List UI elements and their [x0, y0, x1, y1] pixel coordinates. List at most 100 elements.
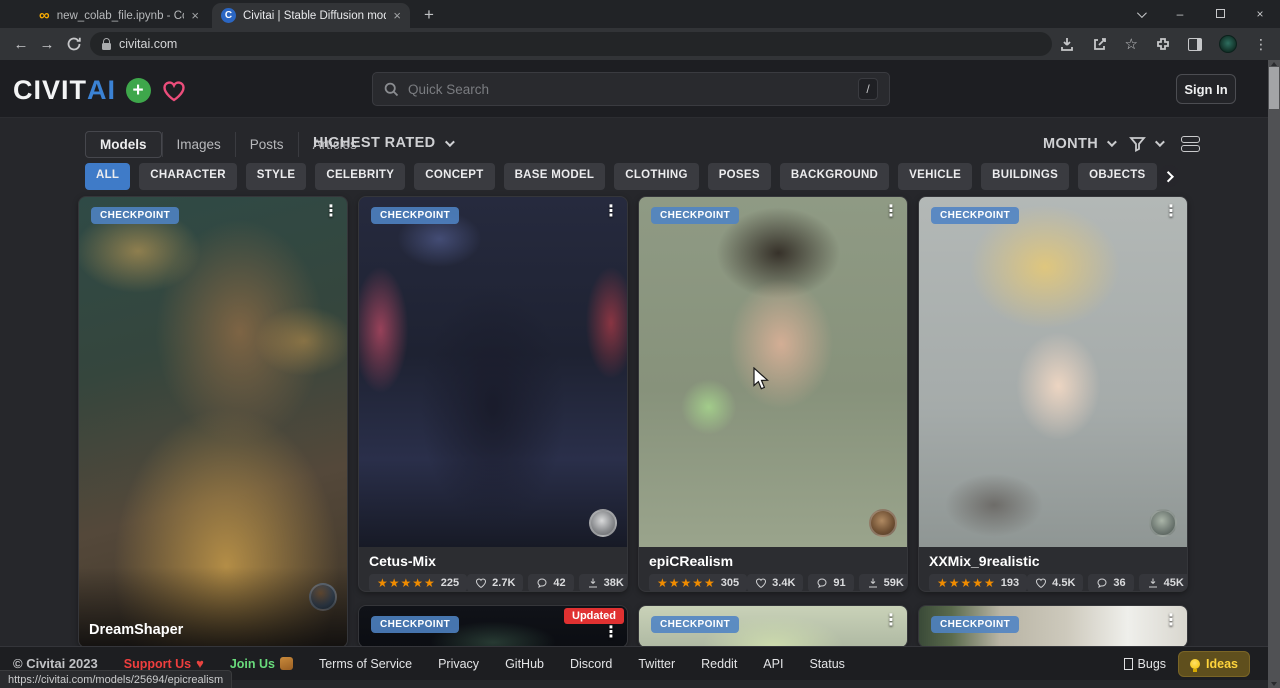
heart-icon[interactable] [162, 80, 186, 102]
creator-avatar[interactable] [1149, 509, 1177, 537]
chip-objects[interactable]: OBJECTS [1078, 163, 1156, 190]
model-cards-grid: CHECKPOINT ⋮ DreamShaper CHECKPOINT ⋮ Ce… [78, 196, 1188, 648]
downloads-count: 38K [604, 577, 624, 589]
terms-link[interactable]: Terms of Service [319, 657, 412, 671]
heart-icon [1035, 577, 1047, 589]
tab-title: new_colab_file.ipynb - Colaborat [57, 10, 185, 22]
card-menu-icon[interactable]: ⋮ [323, 203, 339, 221]
discord-link[interactable]: Discord [570, 657, 612, 671]
support-us-link[interactable]: Support Us ♥ [124, 656, 204, 671]
chips-scroll-right-button[interactable] [1158, 165, 1180, 187]
heart-icon [475, 577, 487, 589]
chip-style[interactable]: STYLE [246, 163, 307, 190]
filter-funnel-icon[interactable] [1129, 135, 1146, 152]
chevron-down-icon[interactable] [1155, 137, 1165, 147]
model-image[interactable]: CHECKPOINT ⋮ DreamShaper [79, 197, 347, 647]
maximize-button[interactable] [1200, 7, 1240, 21]
chevron-down-icon[interactable] [1120, 7, 1160, 21]
model-card-xxmix-9realistic[interactable]: CHECKPOINT ⋮ XXMix_9realistic ★★★★★ 193 … [918, 196, 1188, 592]
comments-pill: 91 [808, 574, 853, 592]
close-tab-icon[interactable]: × [191, 9, 199, 22]
tab-images[interactable]: Images [162, 132, 235, 157]
twitter-link[interactable]: Twitter [638, 657, 675, 671]
minimize-button[interactable]: – [1160, 7, 1200, 21]
browser-menu-icon[interactable]: ⋮ [1254, 36, 1268, 53]
scrollbar-thumb[interactable] [1269, 67, 1279, 109]
chevron-down-icon[interactable] [1107, 137, 1117, 147]
card-menu-icon[interactable]: ⋮ [883, 612, 899, 630]
back-button[interactable]: ← [8, 36, 34, 53]
browser-tab-colab[interactable]: ∞ new_colab_file.ipynb - Colaborat × [30, 3, 208, 28]
rating-count: 305 [721, 577, 739, 589]
status-link[interactable]: Status [809, 657, 844, 671]
create-plus-button[interactable]: + [126, 78, 151, 103]
download-icon[interactable] [1059, 36, 1075, 52]
card-menu-icon[interactable]: ⋮ [1163, 612, 1179, 630]
scroll-down-arrow[interactable] [1271, 682, 1277, 686]
civitai-logo[interactable]: CIVITAI + [13, 75, 186, 106]
model-card-partial-1[interactable]: CHECKPOINT Updated ⋮ [358, 605, 628, 648]
creator-avatar[interactable] [589, 509, 617, 537]
sign-in-button[interactable]: Sign In [1176, 74, 1236, 104]
browser-tab-civitai[interactable]: C Civitai | Stable Diffusion models, × [212, 3, 410, 28]
civitai-favicon: C [221, 8, 236, 23]
chip-character[interactable]: CHARACTER [139, 163, 237, 190]
ideas-button[interactable]: Ideas [1178, 651, 1250, 677]
browser-titlebar: ∞ new_colab_file.ipynb - Colaborat × C C… [0, 0, 1280, 28]
chip-celebrity[interactable]: CELEBRITY [315, 163, 405, 190]
privacy-link[interactable]: Privacy [438, 657, 479, 671]
join-us-link[interactable]: Join Us [230, 657, 293, 671]
card-footer: Cetus-Mix ★★★★★ 225 2.7K 42 [359, 547, 627, 592]
card-menu-icon[interactable]: ⋮ [883, 203, 899, 221]
model-card-partial-2[interactable]: CHECKPOINT ⋮ [638, 605, 908, 648]
scroll-up-arrow[interactable] [1271, 62, 1277, 66]
close-tab-icon[interactable]: × [393, 9, 401, 22]
quick-search-input[interactable]: Quick Search / [372, 72, 890, 106]
api-link[interactable]: API [763, 657, 783, 671]
model-image[interactable]: CHECKPOINT Updated ⋮ [359, 606, 627, 648]
url-text: civitai.com [119, 37, 177, 51]
url-bar[interactable]: civitai.com [90, 32, 1052, 56]
chip-buildings[interactable]: BUILDINGS [981, 163, 1069, 190]
chip-clothing[interactable]: CLOTHING [614, 163, 698, 190]
chip-vehicle[interactable]: VEHICLE [898, 163, 972, 190]
new-tab-button[interactable]: + [424, 5, 434, 25]
layout-toggle-icon[interactable] [1181, 136, 1200, 152]
tab-models[interactable]: Models [85, 131, 162, 158]
card-menu-icon[interactable]: ⋮ [603, 624, 619, 642]
github-link[interactable]: GitHub [505, 657, 544, 671]
bugs-link[interactable]: Bugs [1124, 657, 1167, 671]
model-card-cetus-mix[interactable]: CHECKPOINT ⋮ Cetus-Mix ★★★★★ 225 2.7K [358, 196, 628, 592]
model-image[interactable]: CHECKPOINT ⋮ [639, 606, 907, 648]
model-image[interactable]: CHECKPOINT ⋮ [359, 197, 627, 547]
model-card-partial-3[interactable]: CHECKPOINT ⋮ [918, 605, 1188, 648]
tab-posts[interactable]: Posts [235, 132, 298, 157]
chip-background[interactable]: BACKGROUND [780, 163, 889, 190]
period-dropdown[interactable]: MONTH [1043, 136, 1098, 152]
bookmark-star-icon[interactable]: ☆ [1125, 37, 1138, 52]
profile-avatar[interactable] [1219, 35, 1237, 53]
model-card-epicrealism[interactable]: CHECKPOINT ⋮ epiCRealism ★★★★★ 305 3.4K [638, 196, 908, 592]
chip-concept[interactable]: CONCEPT [414, 163, 494, 190]
card-menu-icon[interactable]: ⋮ [1163, 203, 1179, 221]
reload-button[interactable] [66, 36, 82, 52]
extensions-puzzle-icon[interactable] [1155, 36, 1171, 52]
model-card-dreamshaper[interactable]: CHECKPOINT ⋮ DreamShaper [78, 196, 348, 648]
likes-count: 3.4K [772, 577, 795, 589]
close-window-button[interactable]: × [1240, 7, 1280, 21]
card-stats: ★★★★★ 225 2.7K 42 [369, 574, 617, 592]
page-scrollbar[interactable] [1268, 60, 1280, 688]
card-menu-icon[interactable]: ⋮ [603, 203, 619, 221]
reddit-link[interactable]: Reddit [701, 657, 737, 671]
model-image[interactable]: CHECKPOINT ⋮ [919, 197, 1187, 547]
share-icon[interactable] [1092, 36, 1108, 52]
sort-dropdown[interactable]: HIGHEST RATED [313, 135, 452, 151]
chip-base-model[interactable]: BASE MODEL [504, 163, 606, 190]
sidebar-icon[interactable] [1188, 38, 1202, 51]
forward-button[interactable]: → [34, 36, 60, 53]
model-image[interactable]: CHECKPOINT ⋮ [639, 197, 907, 547]
chip-poses[interactable]: POSES [708, 163, 771, 190]
model-image[interactable]: CHECKPOINT ⋮ [919, 606, 1187, 648]
chip-all[interactable]: ALL [85, 163, 130, 190]
creator-avatar[interactable] [869, 509, 897, 537]
